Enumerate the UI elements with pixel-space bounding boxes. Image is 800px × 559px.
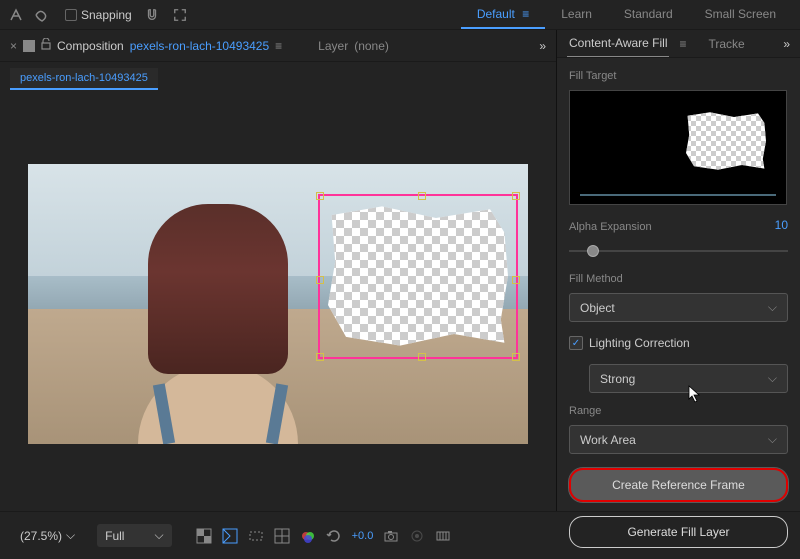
range-label: Range [569,405,788,417]
panel-title: Composition [57,39,124,53]
content-aware-fill-tab[interactable]: Content-Aware Fill [567,30,669,57]
composition-name[interactable]: pexels-ron-lach-10493425 [130,39,269,53]
chevron-down-icon: ⌵ [768,371,777,386]
fill-target-label: Fill Target [569,70,788,82]
show-snapshot-icon[interactable] [409,528,425,544]
composition-tab[interactable]: pexels-ron-lach-10493425 [10,68,158,90]
fill-target-preview [569,90,787,205]
timecode-icon[interactable] [435,528,451,544]
grid-icon[interactable] [274,528,290,544]
puppet-tool-icon[interactable] [8,7,24,23]
snapshot-icon[interactable] [383,528,399,544]
workspace-learn[interactable]: Learn [545,1,608,29]
expand-icon[interactable] [172,7,188,23]
fill-method-dropdown[interactable]: Object ⌵ [569,293,788,322]
content-aware-fill-panel: Content-Aware Fill ≡ Tracke » Fill Targe… [557,30,800,511]
magnet-icon[interactable] [144,7,160,23]
lighting-correction-toggle[interactable]: ✓ Lighting Correction [569,336,788,350]
reset-exposure-icon[interactable] [326,528,342,544]
range-dropdown[interactable]: Work Area ⌵ [569,425,788,454]
composition-tabs: pexels-ron-lach-10493425 [0,62,556,96]
snapping-toggle[interactable]: Snapping [65,8,132,22]
exposure-value[interactable]: +0.0 [352,530,374,542]
lighting-strength-dropdown[interactable]: Strong ⌵ [589,364,788,393]
resolution-dropdown[interactable]: Full ⌵ [97,524,171,547]
panel-menu-icon[interactable]: ≡ [275,39,282,53]
chevron-down-icon: ⌵ [66,528,75,543]
generate-fill-layer-button[interactable]: Generate Fill Layer [569,516,788,548]
unlock-icon[interactable] [41,38,51,53]
alpha-region [328,204,508,349]
composition-panel-header: × Composition pexels-ron-lach-10493425 ≡… [0,30,556,62]
workspace-default[interactable]: Default ≡ [461,1,545,29]
expand-right-icon[interactable]: » [783,37,790,51]
region-of-interest-icon[interactable] [248,528,264,544]
chevron-down-icon: ⌵ [768,300,777,315]
viewport[interactable] [0,96,556,511]
zoom-dropdown[interactable]: (27.5%) ⌵ [12,524,83,547]
alpha-expansion-value[interactable]: 10 [775,218,788,232]
lighting-correction-checkbox[interactable]: ✓ [569,336,583,350]
create-reference-frame-button[interactable]: Create Reference Frame [569,468,788,502]
workspace-small-screen[interactable]: Small Screen [689,1,792,29]
panel-color-icon [23,40,35,52]
video-frame [28,164,528,444]
composition-panel: × Composition pexels-ron-lach-10493425 ≡… [0,30,557,511]
panel-menu-icon[interactable]: ≡ [679,37,686,51]
layer-value: (none) [354,39,389,53]
right-panel-header: Content-Aware Fill ≡ Tracke » [557,30,800,58]
top-toolbar: Snapping Default ≡ Learn Standard Small … [0,0,800,30]
lighting-correction-label: Lighting Correction [589,336,690,350]
roto-brush-icon[interactable] [34,7,50,23]
workspace-standard[interactable]: Standard [608,1,689,29]
transparency-grid-icon[interactable] [196,528,212,544]
expand-right-icon[interactable]: » [539,39,546,53]
alpha-expansion-label: Alpha Expansion [569,221,652,233]
channel-icon[interactable] [300,528,316,544]
mask-toggle-icon[interactable] [222,528,238,544]
chevron-down-icon: ⌵ [768,432,777,447]
workspace-tabs: Default ≡ Learn Standard Small Screen [461,1,792,29]
layer-label: Layer [318,39,348,53]
snapping-label: Snapping [81,8,132,22]
mask-selection[interactable] [318,194,518,359]
workspace-menu-icon[interactable]: ≡ [522,7,529,21]
close-icon[interactable]: × [10,39,17,53]
alpha-expansion-slider[interactable] [569,243,788,259]
chevron-down-icon: ⌵ [154,528,163,543]
snapping-checkbox[interactable] [65,9,77,21]
tracker-tab[interactable]: Tracke [707,31,747,57]
fill-method-label: Fill Method [569,273,788,285]
